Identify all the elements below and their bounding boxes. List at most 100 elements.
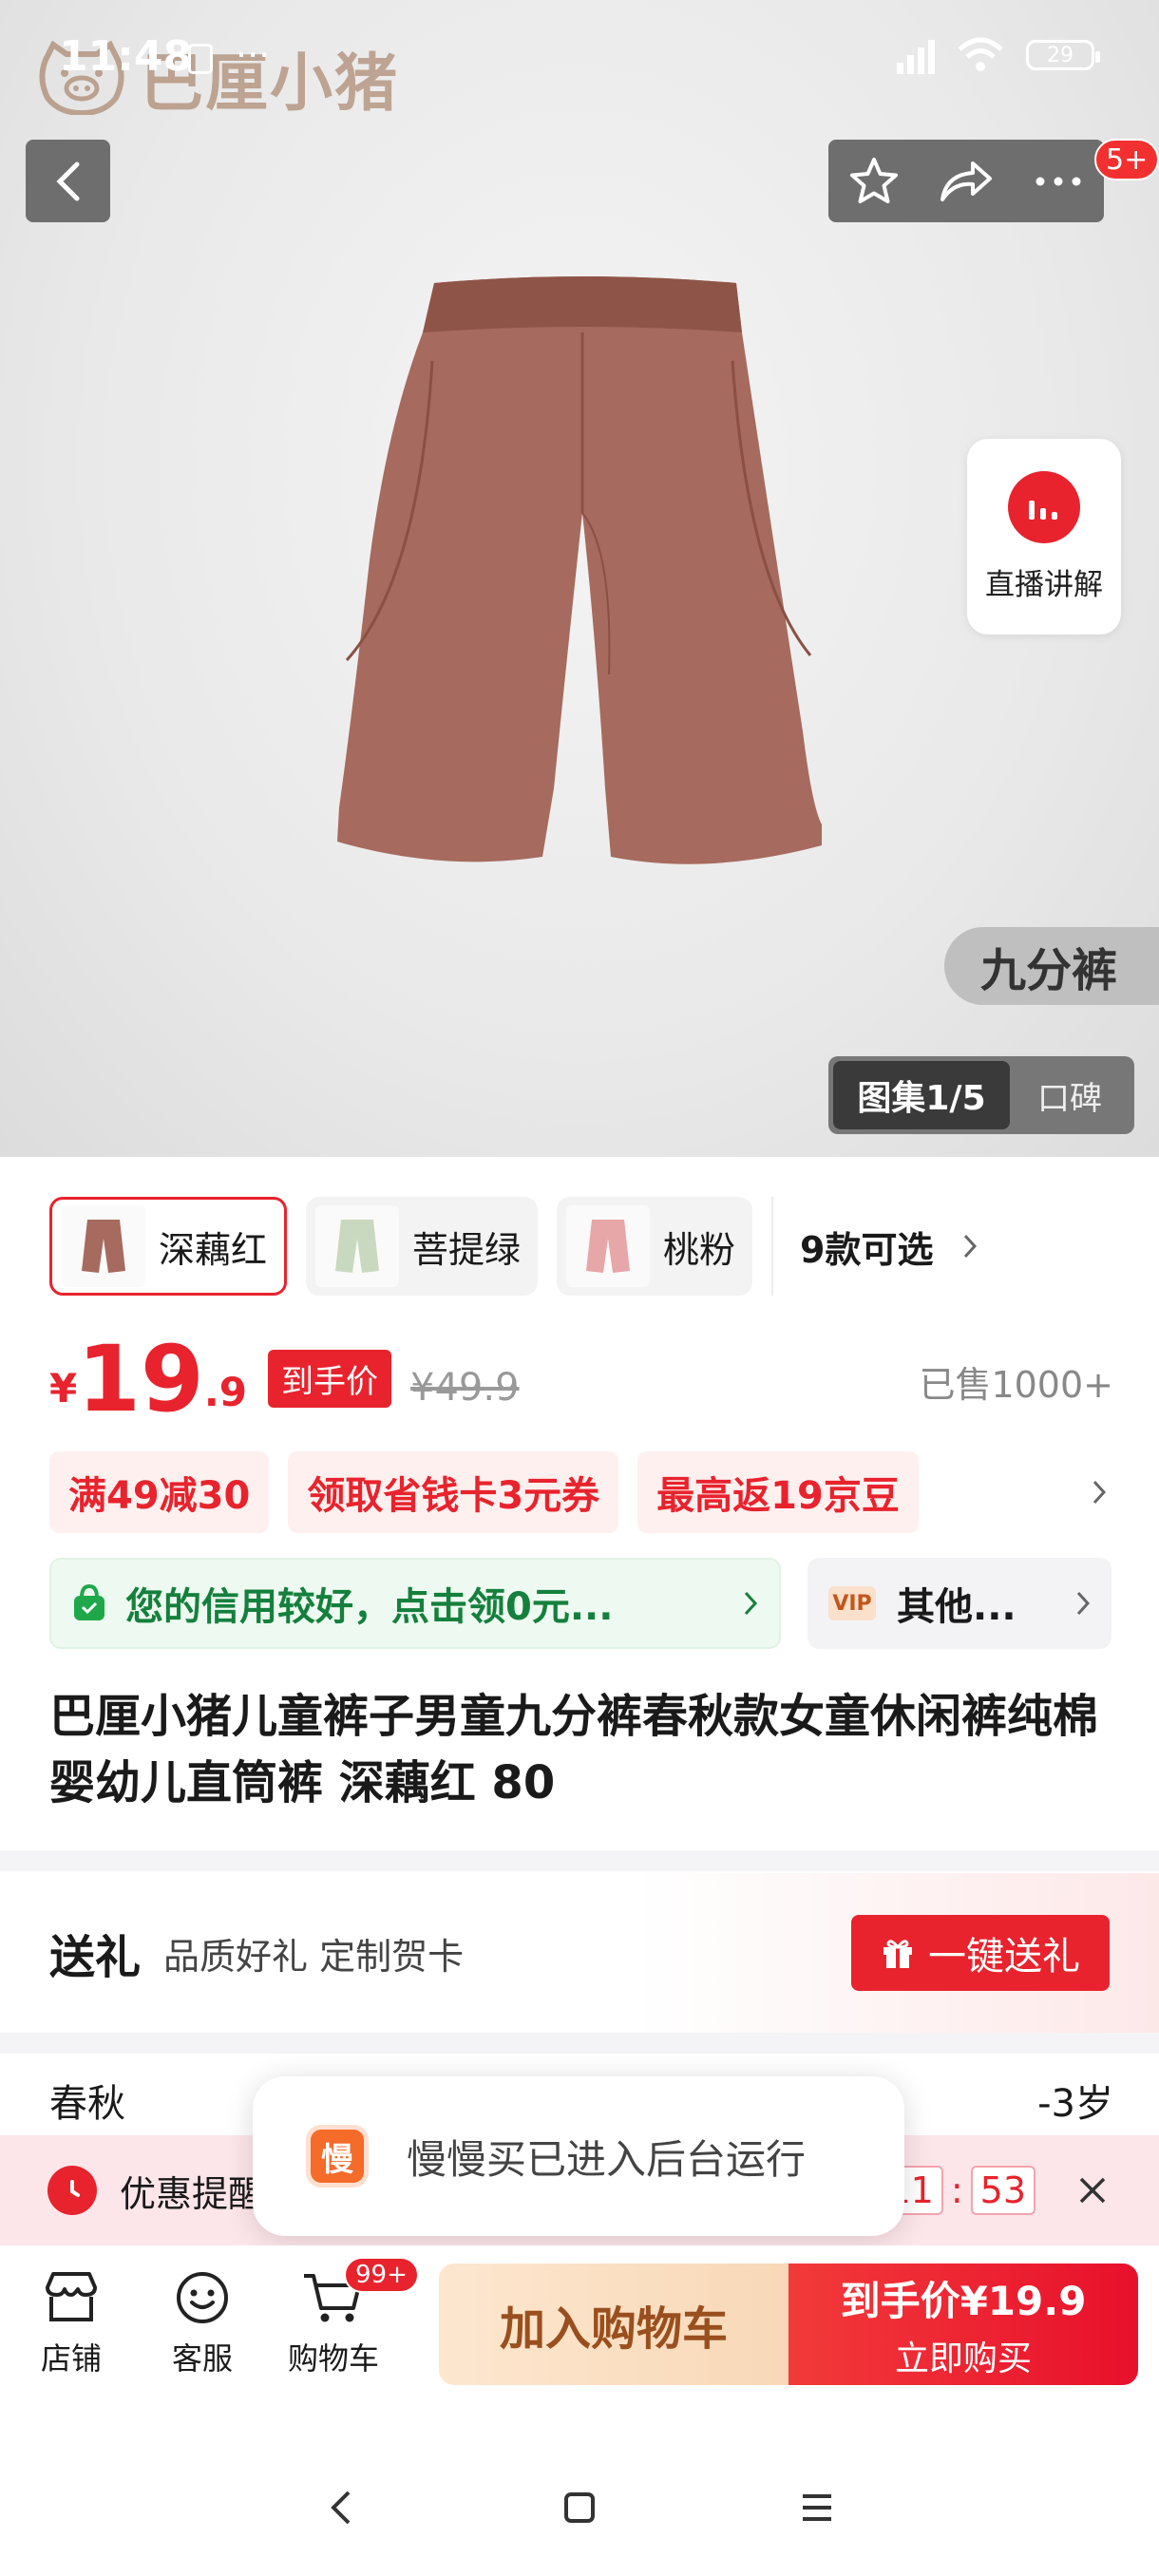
share-button[interactable] [933,148,999,215]
buy-now-price: 到手价¥19.9 [840,2277,1087,2324]
share-icon [940,161,992,201]
vip-offer-button[interactable]: VIP 其他... [808,1558,1112,1649]
toast-text: 慢慢买已进入后台运行 [407,2135,807,2183]
customer-service-button[interactable]: 客服 [137,2270,268,2378]
original-price: ¥49.9 [410,1366,520,1410]
variant-label: 深藕红 [159,1228,268,1271]
promotion-row[interactable]: 满49减30 领取省钱卡3元券 最高返19京豆 [49,1451,1113,1533]
spec-age: -3岁 [1037,2082,1113,2126]
send-gift-button[interactable]: 一键送礼 [851,1915,1110,1991]
product-image-gallery[interactable]: 巴厘小猪 11:48 ··· 29 5+ 直播讲解 九分裤 图集1/5 口碑 [0,0,1159,1157]
gift-title: 送礼 [49,1931,142,1984]
cart-label: 购物车 [287,2340,379,2377]
store-icon [46,2272,97,2321]
message-badge: 5+ [1094,139,1159,180]
status-icons: 29 [897,36,1100,74]
menu-icon [803,2494,831,2521]
app-icon: 慢 [306,2125,369,2188]
variant-selector: 深藕红 菩提绿 桃粉 9款可选 [49,1197,1159,1297]
chevron-right-icon [1076,1591,1091,1616]
variant-thumbnail [566,1205,651,1287]
promo-tag[interactable]: 最高返19京豆 [637,1451,919,1533]
system-navigation-bar [0,2451,1159,2565]
section-divider [0,1850,1159,1871]
price-integer: 19 [77,1326,204,1432]
gallery-switch: 图集1/5 口碑 [828,1056,1134,1134]
section-divider [0,2033,1159,2054]
chevron-left-icon [55,161,79,200]
system-back-button[interactable] [314,2479,370,2536]
system-menu-button[interactable] [788,2479,846,2536]
close-icon[interactable] [1074,2171,1112,2209]
chevron-right-icon [744,1591,758,1616]
more-variants-button[interactable]: 9款可选 [771,1197,977,1296]
credit-offer-button[interactable]: 您的信用较好，点击领0元... [49,1558,781,1649]
store-label: 店铺 [40,2340,102,2377]
more-button[interactable] [1025,148,1092,215]
variant-label: 菩提绿 [412,1228,522,1271]
tab-reviews[interactable]: 口碑 [1010,1072,1130,1119]
live-explain-button[interactable]: 直播讲解 [967,439,1121,635]
variant-thumbnail [62,1205,145,1287]
gift-icon [884,1940,912,1968]
price-currency: ¥ [49,1365,78,1411]
variant-option[interactable]: 深藕红 [49,1197,288,1296]
system-home-button[interactable] [551,2479,608,2536]
service-label: 客服 [171,2340,233,2377]
shopping-bag-icon [74,1584,104,1620]
benefit-row: 您的信用较好，点击领0元... VIP 其他... [49,1558,1112,1649]
battery-icon: 29 [1026,40,1100,70]
top-toolbar [828,140,1104,222]
promo-tag[interactable]: 满49减30 [49,1451,270,1533]
star-icon [850,157,899,203]
more-dots-icon [1036,177,1081,185]
status-time: 11:48 [59,32,193,81]
live-icon [1008,470,1080,543]
gift-subtitle: 品质好礼 定制贺卡 [163,1935,465,1978]
reminder-text: 优惠提醒 [120,2172,265,2215]
cart-badge: 99+ [344,2257,419,2293]
cart-button[interactable]: 购物车 99+ [268,2257,419,2378]
clock-icon [48,2166,97,2215]
sold-count: 已售1000+ [919,1364,1113,1406]
toast-notification: 慢 慢慢买已进入后台运行 [253,2076,904,2236]
variant-thumbnail [315,1205,400,1287]
favorite-button[interactable] [841,148,907,215]
vip-text: 其他... [897,1585,1016,1629]
tab-gallery[interactable]: 图集1/5 [833,1061,1010,1129]
variant-label: 桃粉 [663,1228,736,1271]
chevron-right-icon [963,1234,977,1259]
price-row: ¥ 19 .9 到手价 ¥49.9 已售1000+ [49,1330,1113,1425]
overlay-tag: 九分裤 [944,927,1159,1005]
credit-text: 您的信用较好，点击领0元... [125,1585,614,1629]
live-label: 直播讲解 [985,567,1103,602]
price-decimal: .9 [203,1369,248,1415]
chevron-right-icon [1085,1478,1113,1506]
product-pants-image [337,276,822,864]
variant-option[interactable]: 桃粉 [557,1197,753,1296]
square-home-icon [564,2492,595,2523]
spec-season: 春秋 [49,2082,125,2126]
signal-icon [897,36,935,74]
timer-seconds: 53 [970,2166,1036,2215]
bottom-action-bar: 店铺 客服 购物车 99+ 加入购物车 到手价¥19.9 立即购买 [0,2245,1159,2403]
product-title: 巴厘小猪儿童裤子男童九分裤春秋款女童休闲裤纯棉婴幼儿直筒裤 深藕红 80 [49,1690,1099,1809]
wifi-icon [958,37,1003,71]
buy-now-button[interactable]: 到手价¥19.9 立即购买 [788,2263,1138,2385]
gift-row: 送礼 品质好礼 定制贺卡 一键送礼 [0,1873,1159,2033]
send-gift-label: 一键送礼 [928,1935,1080,1979]
buy-now-label: 立即购买 [894,2339,1032,2378]
chevron-left-icon [331,2491,351,2525]
vip-badge: VIP [828,1586,876,1620]
more-variants-label: 9款可选 [800,1228,934,1271]
status-dots: ··· [236,34,271,76]
final-price-tag: 到手价 [268,1350,392,1408]
timer-colon: : [950,2169,963,2211]
variant-option[interactable]: 菩提绿 [306,1197,539,1296]
smiley-service-icon [177,2272,228,2323]
promo-tag[interactable]: 领取省钱卡3元券 [288,1451,619,1533]
add-to-cart-button[interactable]: 加入购物车 [439,2263,788,2385]
back-button[interactable] [26,140,110,222]
store-button[interactable]: 店铺 [6,2270,137,2378]
sim-icon [188,44,213,74]
